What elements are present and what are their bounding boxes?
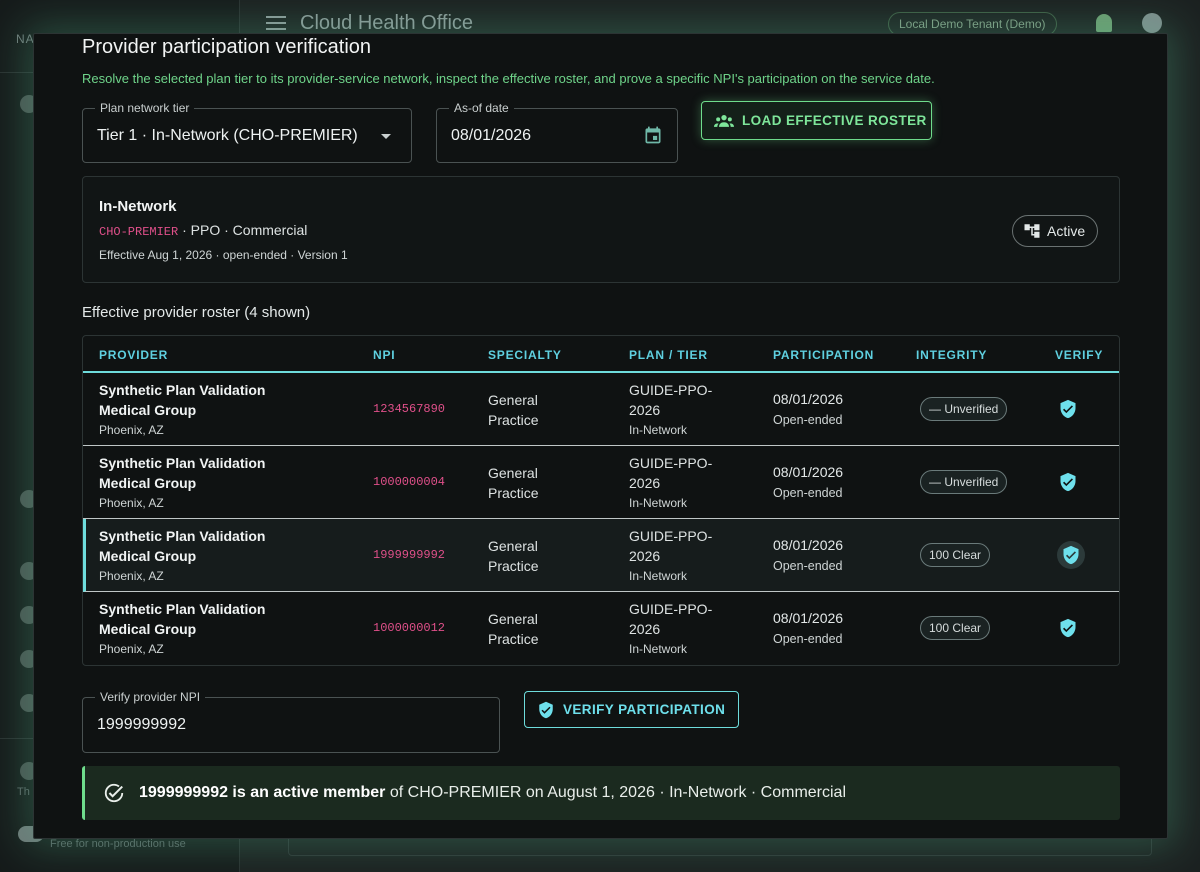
plan-name: GUIDE-PPO-2026 xyxy=(629,528,713,564)
load-roster-button[interactable]: LOAD EFFECTIVE ROSTER xyxy=(701,101,932,140)
check-circle-icon xyxy=(104,783,124,803)
provider-specialty: General Practice xyxy=(488,538,539,574)
roster-table: PROVIDER NPI SPECIALTY PLAN / TIER PARTI… xyxy=(82,335,1120,666)
network-type: · PPO · Commercial xyxy=(178,222,308,238)
participation-end: Open-ended xyxy=(773,486,843,500)
column-header-provider: PROVIDER xyxy=(99,348,169,362)
dialog-title: Provider participation verification xyxy=(82,36,372,58)
verify-npi-label: Verify provider NPI xyxy=(95,690,206,704)
verified-shield-icon[interactable] xyxy=(1058,399,1078,419)
roster-title: Effective provider roster (4 shown) xyxy=(82,304,311,321)
verification-result: 1999999992 is an active member of CHO-PR… xyxy=(82,766,1120,820)
verified-shield-icon xyxy=(539,701,553,718)
verify-button[interactable] xyxy=(1057,541,1085,569)
provider-location: Phoenix, AZ xyxy=(99,569,164,583)
provider-location: Phoenix, AZ xyxy=(99,423,164,437)
participation-date: 08/01/2026 xyxy=(773,610,844,626)
verify-participation-button[interactable]: VERIFY PARTICIPATION xyxy=(524,691,739,728)
tier-name: In-Network xyxy=(629,423,688,437)
column-header-integrity: INTEGRITY xyxy=(916,348,988,362)
column-header-specialty: SPECIALTY xyxy=(488,348,562,362)
as-of-date-value: 08/01/2026 xyxy=(451,127,532,144)
plan-tier-label: Plan network tier xyxy=(95,101,195,115)
participation-date: 08/01/2026 xyxy=(773,464,844,480)
result-text: 1999999992 is an active member of CHO-PR… xyxy=(139,784,846,802)
verify-npi-value: 1999999992 xyxy=(97,716,186,733)
network-effective: Effective Aug 1, 2026 · open-ended · Ver… xyxy=(99,248,348,262)
integrity-badge: 100 Clear xyxy=(920,543,991,567)
provider-name: Synthetic Plan Validation Medical Group xyxy=(99,528,266,564)
integrity-badge: — Unverified xyxy=(920,470,1008,494)
tier-name: In-Network xyxy=(629,496,688,510)
provider-npi: 1000000012 xyxy=(373,621,446,635)
participation-end: Open-ended xyxy=(773,559,843,573)
dialog-subtitle: Resolve the selected plan tier to its pr… xyxy=(82,71,935,86)
provider-location: Phoenix, AZ xyxy=(99,642,164,656)
tier-name: In-Network xyxy=(629,642,688,656)
column-header-verify: VERIFY xyxy=(1055,348,1104,362)
plan-name: GUIDE-PPO-2026 xyxy=(629,601,713,637)
provider-npi: 1999999992 xyxy=(373,548,446,562)
account-icon[interactable] xyxy=(1142,13,1162,33)
verify-npi-field[interactable]: Verify provider NPI 1999999992 xyxy=(82,690,500,753)
menu-icon[interactable] xyxy=(266,16,286,30)
plan-name: GUIDE-PPO-2026 xyxy=(629,455,713,491)
provider-name: Synthetic Plan Validation Medical Group xyxy=(99,601,266,637)
participation-end: Open-ended xyxy=(773,413,843,427)
nav-label: NA xyxy=(16,32,35,46)
as-of-date-label: As-of date xyxy=(449,101,514,115)
table-row[interactable]: Synthetic Plan Validation Medical Group … xyxy=(83,373,1119,446)
table-header: PROVIDER NPI SPECIALTY PLAN / TIER PARTI… xyxy=(83,336,1119,373)
result-rest: of CHO-PREMIER on August 1, 2026 · In-Ne… xyxy=(385,784,846,801)
column-header-participation: PARTICIPATION xyxy=(773,348,875,362)
participation-date: 08/01/2026 xyxy=(773,391,844,407)
result-bold: 1999999992 is an active member xyxy=(139,784,386,801)
status-badge: Active xyxy=(1012,215,1099,247)
sidebar-footer-text: Th xyxy=(17,786,30,798)
provider-specialty: General Practice xyxy=(488,465,539,501)
provider-location: Phoenix, AZ xyxy=(99,496,164,510)
plan-tier-value: Tier 1 · In-Network (CHO-PREMIER) xyxy=(97,127,358,144)
provider-specialty: General Practice xyxy=(488,392,539,428)
load-roster-label: LOAD EFFECTIVE ROSTER xyxy=(742,113,927,128)
provider-name: Synthetic Plan Validation Medical Group xyxy=(99,455,266,491)
plan-tier-select[interactable]: Plan network tier Tier 1 · In-Network (C… xyxy=(82,101,412,163)
verify-participation-label: VERIFY PARTICIPATION xyxy=(563,702,726,717)
verified-shield-icon xyxy=(1063,545,1079,565)
table-row-selected[interactable]: Synthetic Plan Validation Medical Group … xyxy=(83,519,1119,592)
network-card: In-Network CHO-PREMIER · PPO · Commercia… xyxy=(82,176,1120,283)
provider-npi: 1000000004 xyxy=(373,475,446,489)
verified-shield-icon[interactable] xyxy=(1058,472,1078,492)
column-header-npi: NPI xyxy=(373,348,396,362)
plan-name: GUIDE-PPO-2026 xyxy=(629,382,713,418)
participation-end: Open-ended xyxy=(773,632,843,646)
provider-name: Synthetic Plan Validation Medical Group xyxy=(99,382,266,418)
group-icon xyxy=(714,114,734,127)
tier-name: In-Network xyxy=(629,569,688,583)
hierarchy-icon xyxy=(1024,224,1040,238)
column-header-plan-tier: PLAN / TIER xyxy=(629,348,708,362)
participation-date: 08/01/2026 xyxy=(773,537,844,553)
provider-npi: 1234567890 xyxy=(373,402,446,416)
network-name: In-Network xyxy=(99,198,177,215)
chevron-down-icon xyxy=(381,134,391,139)
bell-icon[interactable] xyxy=(1096,14,1112,32)
verified-shield-icon[interactable] xyxy=(1058,618,1078,638)
status-label: Active xyxy=(1047,223,1086,239)
network-code: CHO-PREMIER xyxy=(99,225,179,239)
app-title: Cloud Health Office xyxy=(300,12,474,34)
table-row[interactable]: Synthetic Plan Validation Medical Group … xyxy=(83,446,1119,519)
sidebar-footer-note: Free for non-production use xyxy=(50,838,186,850)
integrity-badge: 100 Clear xyxy=(920,616,991,640)
integrity-badge: — Unverified xyxy=(920,397,1008,421)
verification-dialog: Provider participation verification Reso… xyxy=(33,33,1168,839)
network-details: CHO-PREMIER · PPO · Commercial xyxy=(99,222,307,239)
as-of-date-field[interactable]: As-of date 08/01/2026 xyxy=(436,101,678,163)
provider-specialty: General Practice xyxy=(488,611,539,647)
calendar-icon[interactable] xyxy=(643,125,663,145)
table-row[interactable]: Synthetic Plan Validation Medical Group … xyxy=(83,592,1119,665)
